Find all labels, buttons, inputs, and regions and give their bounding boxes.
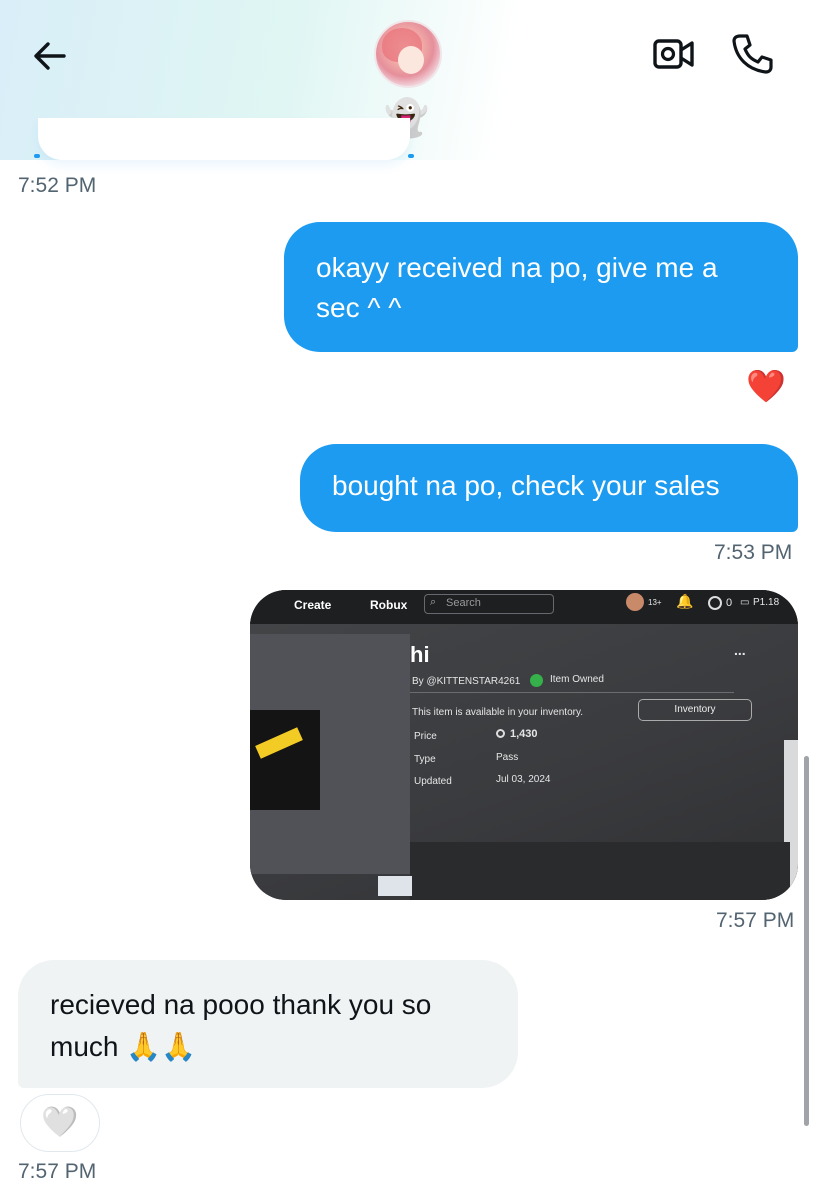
- photo-type-value: Pass: [496, 752, 519, 763]
- search-icon: ⌕: [430, 596, 437, 608]
- photo-robux-count: 0: [726, 597, 733, 609]
- photo-search-placeholder: Search: [446, 597, 481, 609]
- robux-icon: [708, 596, 722, 610]
- contact-avatar[interactable]: [374, 20, 442, 88]
- photo-inventory-button: Inventory: [638, 699, 752, 721]
- wallet-icon: ▭: [740, 597, 750, 608]
- back-button[interactable]: [30, 36, 70, 76]
- photo-price-value: 1,430: [510, 728, 538, 740]
- bell-icon: 🔔: [676, 593, 694, 609]
- photo-nav-create: Create: [294, 598, 332, 612]
- photo-availability: This item is available in your inventory…: [412, 707, 583, 718]
- outgoing-message[interactable]: bought na po, check your sales: [300, 444, 798, 532]
- timestamp: 7:57 PM: [18, 1160, 97, 1183]
- photo-updated-value: Jul 03, 2024: [496, 774, 551, 785]
- photo-item-owned: Item Owned: [550, 674, 604, 685]
- photo-price-label: Price: [414, 731, 437, 742]
- incoming-message[interactable]: recieved na pooo thank you so much 🙏🙏: [18, 960, 518, 1088]
- video-call-button[interactable]: [652, 34, 696, 74]
- photo-search-box: [424, 594, 554, 614]
- photo-more: ...: [734, 642, 746, 658]
- arrow-left-icon: [34, 42, 66, 70]
- video-call-icon: [653, 39, 694, 69]
- previous-message-bubble: [34, 118, 414, 160]
- timestamp: 7:52 PM: [18, 174, 97, 197]
- photo-item-creator: By @KITTENSTAR4261: [412, 676, 521, 687]
- photo-updated-label: Updated: [414, 776, 452, 787]
- photo-type-label: Type: [414, 754, 436, 765]
- photo-item-title: hi: [410, 642, 430, 667]
- react-button[interactable]: 🤍: [20, 1094, 100, 1152]
- timestamp: 7:53 PM: [714, 541, 793, 564]
- chat-header: 👻: [0, 0, 816, 160]
- heart-reaction[interactable]: ❤️: [746, 368, 786, 404]
- message-image[interactable]: Create Robux ⌕ Search 13+ 🔔 0 ▭ P1.18 hi…: [250, 590, 798, 900]
- robux-icon: [496, 729, 505, 738]
- photo-balance: P1.18: [753, 597, 780, 608]
- outgoing-message[interactable]: okayy received na po, give me a sec ^ ^: [284, 222, 798, 352]
- photo-user-avatar: [626, 593, 644, 611]
- phone-call-button[interactable]: [730, 32, 774, 76]
- heart-outline-icon: 🤍: [41, 1106, 79, 1139]
- scrollbar[interactable]: [804, 756, 809, 1126]
- phone-call-icon: [732, 34, 773, 74]
- photo-age-badge: 13+: [648, 598, 662, 607]
- photo-nav-robux: Robux: [370, 598, 408, 612]
- timestamp: 7:57 PM: [716, 909, 795, 932]
- check-icon: [530, 674, 543, 687]
